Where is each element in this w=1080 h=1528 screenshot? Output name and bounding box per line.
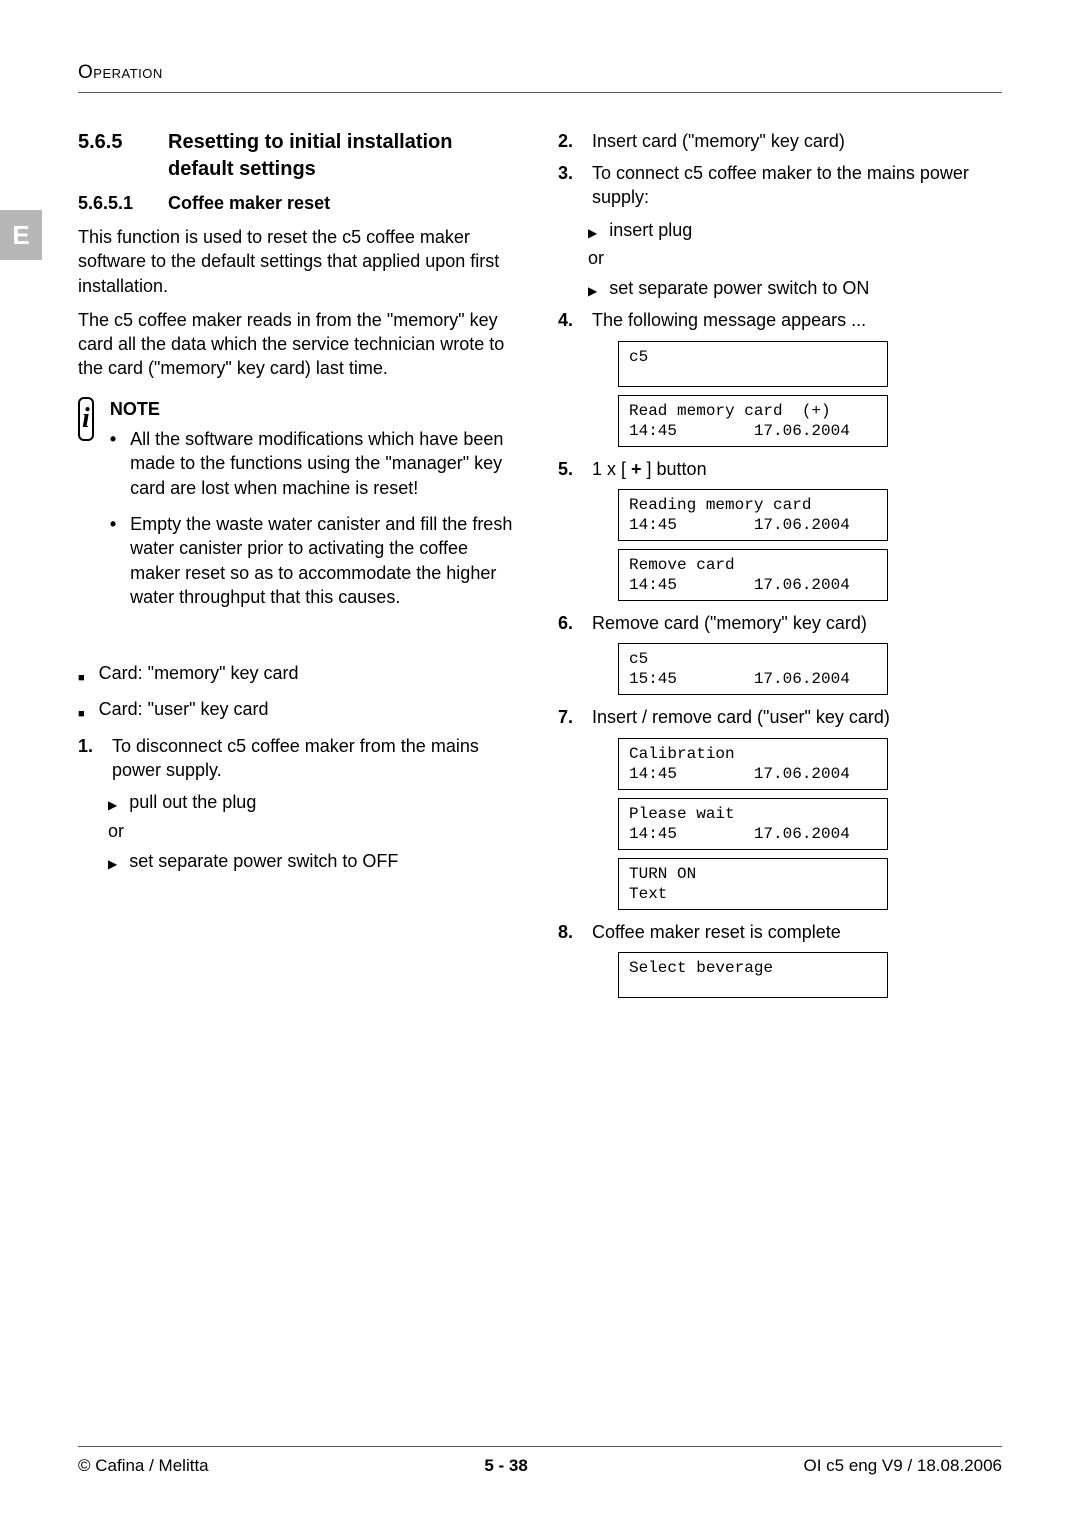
- page: Operation E 5.6.5 Resetting to initial i…: [0, 0, 1080, 1528]
- substep-text: pull out the plug: [129, 790, 256, 814]
- note-title: NOTE: [110, 397, 522, 421]
- lcd-display: Read memory card (+) 14:45 17.06.2004: [618, 395, 888, 447]
- arrow-icon: [588, 276, 597, 300]
- step-number: 7.: [558, 705, 582, 729]
- plus-button-label: +: [626, 459, 647, 479]
- step-number: 8.: [558, 920, 582, 944]
- lcd-display: Remove card 14:45 17.06.2004: [618, 549, 888, 601]
- step-text: 1 x [ + ] button: [592, 457, 707, 481]
- subsection-title: Coffee maker reset: [168, 191, 330, 215]
- step-text: The following message appears ...: [592, 308, 866, 332]
- or-text: or: [588, 246, 1002, 270]
- step-text: Insert card ("memory" key card): [592, 129, 845, 153]
- lcd-display: Please wait 14:45 17.06.2004: [618, 798, 888, 850]
- page-header: Operation: [78, 60, 1002, 93]
- substep-text: set separate power switch to ON: [609, 276, 869, 300]
- note-block: i NOTE All the software modifications wh…: [78, 397, 522, 621]
- square-bullet-icon: [78, 697, 85, 721]
- note-text: All the software modifications which hav…: [130, 427, 522, 500]
- step-number: 5.: [558, 457, 582, 481]
- info-icon: i: [78, 397, 94, 441]
- lcd-display: c5: [618, 341, 888, 387]
- left-column: 5.6.5 Resetting to initial installation …: [78, 129, 522, 1006]
- bullet-icon: [110, 512, 116, 609]
- or-text: or: [108, 819, 522, 843]
- section-title: Resetting to initial installation defaul…: [168, 129, 522, 183]
- body-paragraph: This function is used to reset the c5 co…: [78, 225, 522, 298]
- square-bullet-icon: [78, 661, 85, 685]
- substep-text: insert plug: [609, 218, 692, 242]
- bullet-icon: [110, 427, 116, 500]
- arrow-icon: [108, 849, 117, 873]
- substep-text: set separate power switch to OFF: [129, 849, 398, 873]
- footer-page-number: 5 - 38: [484, 1455, 527, 1478]
- note-text: Empty the waste water canister and fill …: [130, 512, 522, 609]
- lcd-display: TURN ON Text: [618, 858, 888, 910]
- step-number: 4.: [558, 308, 582, 332]
- footer-left: © Cafina / Melitta: [78, 1455, 209, 1478]
- subsection-number: 5.6.5.1: [78, 191, 150, 215]
- step-number: 3.: [558, 161, 582, 210]
- lcd-display: Select beverage: [618, 952, 888, 998]
- step-number: 6.: [558, 611, 582, 635]
- arrow-icon: [588, 218, 597, 242]
- step-number: 1.: [78, 734, 102, 783]
- page-footer: © Cafina / Melitta 5 - 38 OI c5 eng V9 /…: [78, 1446, 1002, 1478]
- header-section-label: Operation: [78, 62, 163, 83]
- step-text: To connect c5 coffee maker to the mains …: [592, 161, 1002, 210]
- list-item: Card: "user" key card: [99, 697, 269, 721]
- step-text: To disconnect c5 coffee maker from the m…: [112, 734, 522, 783]
- list-item: Card: "memory" key card: [99, 661, 299, 685]
- arrow-icon: [108, 790, 117, 814]
- section-number: 5.6.5: [78, 129, 150, 156]
- lcd-display: c5 15:45 17.06.2004: [618, 643, 888, 695]
- step-text: Insert / remove card ("user" key card): [592, 705, 890, 729]
- step-text: Coffee maker reset is complete: [592, 920, 841, 944]
- step-number: 2.: [558, 129, 582, 153]
- right-column: 2. Insert card ("memory" key card) 3. To…: [558, 129, 1002, 1006]
- lcd-display: Calibration 14:45 17.06.2004: [618, 738, 888, 790]
- body-paragraph: The c5 coffee maker reads in from the "m…: [78, 308, 522, 381]
- footer-right: OI c5 eng V9 / 18.08.2006: [804, 1455, 1002, 1478]
- side-tab: E: [0, 210, 42, 260]
- step-text: Remove card ("memory" key card): [592, 611, 867, 635]
- lcd-display: Reading memory card 14:45 17.06.2004: [618, 489, 888, 541]
